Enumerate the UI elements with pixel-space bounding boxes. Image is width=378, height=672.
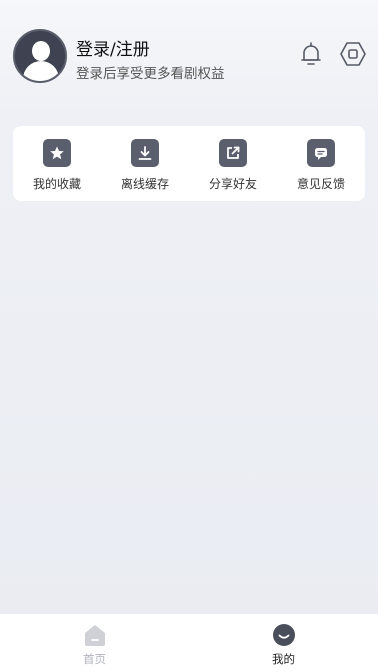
avatar-head-shape xyxy=(32,41,50,61)
share-friends-label: 分享好友 xyxy=(208,177,257,191)
bell-icon[interactable] xyxy=(297,40,325,68)
favorites-label: 我的收藏 xyxy=(32,177,81,191)
tab-home-label: 首页 xyxy=(83,652,106,666)
share-friends-button[interactable]: 分享好友 xyxy=(189,126,277,201)
avatar[interactable] xyxy=(13,29,67,83)
tab-mine[interactable]: 我的 xyxy=(189,614,378,672)
profile-header: 登录/注册 登录后享受更多看剧权益 xyxy=(0,0,378,110)
login-subtitle: 登录后享受更多看剧权益 xyxy=(76,66,225,82)
download-icon xyxy=(131,139,159,167)
home-icon xyxy=(84,625,105,646)
share-icon xyxy=(219,139,247,167)
feedback-button[interactable]: 意见反馈 xyxy=(277,126,365,201)
tab-mine-label: 我的 xyxy=(272,652,295,666)
tab-home[interactable]: 首页 xyxy=(0,614,189,672)
avatar-body-shape xyxy=(23,61,59,81)
settings-icon[interactable] xyxy=(339,40,367,68)
mine-icon xyxy=(272,624,295,646)
quick-actions-card: 我的收藏 离线缓存 分享好友 意见反馈 xyxy=(13,126,365,201)
feedback-icon xyxy=(307,139,335,167)
login-register-link[interactable]: 登录/注册 xyxy=(76,35,150,60)
star-icon xyxy=(43,139,71,167)
feedback-label: 意见反馈 xyxy=(296,177,345,191)
offline-cache-label: 离线缓存 xyxy=(120,177,169,191)
offline-cache-button[interactable]: 离线缓存 xyxy=(101,126,189,201)
bottom-tab-bar: 首页 我的 xyxy=(0,614,378,672)
favorites-button[interactable]: 我的收藏 xyxy=(13,126,101,201)
